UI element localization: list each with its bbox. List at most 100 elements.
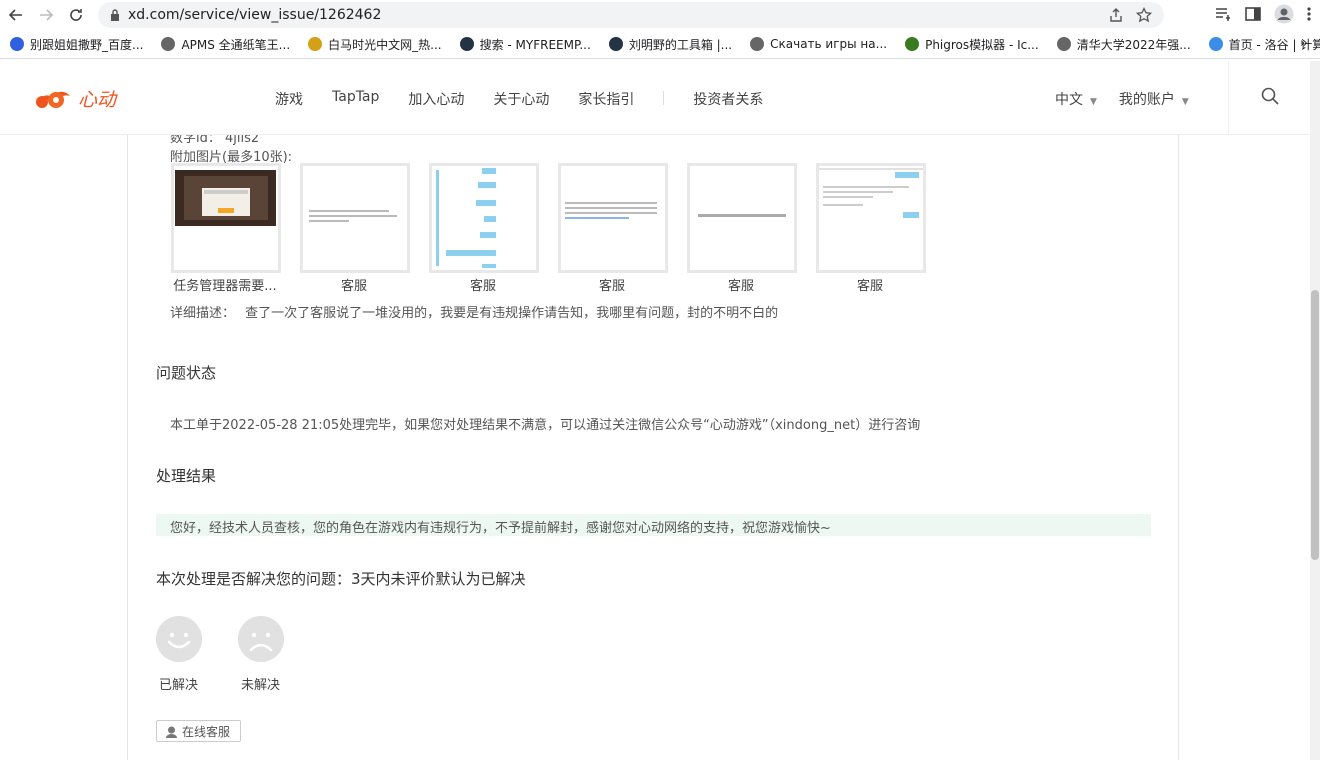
- detail-text: 查了一次了客服说了一堆没用的，我要是有违规操作请告知，我哪里有问题，封的不明不白…: [245, 306, 779, 321]
- share-icon[interactable]: [1108, 7, 1124, 27]
- bookmark-favicon-icon: [905, 37, 920, 51]
- attachment-caption: 客服: [856, 279, 883, 294]
- resolved-label: 已解决: [159, 678, 199, 693]
- bookmark-favicon-icon: [308, 37, 323, 51]
- screenshot-image: [565, 202, 657, 219]
- browser-toolbar: xd.com/service/view_issue/1262462: [0, 0, 1320, 30]
- search-button[interactable]: [1228, 61, 1310, 135]
- language-select[interactable]: 中文 ▼: [1055, 89, 1097, 109]
- nav-item-parents[interactable]: 家长指引: [578, 89, 634, 109]
- nav-divider: [663, 91, 665, 105]
- bookmark-item[interactable]: Phigros模拟器 - Ic...: [905, 36, 1039, 53]
- bookmark-favicon-icon: [1208, 37, 1223, 51]
- attachment-caption: 任务管理器需要...: [173, 279, 277, 294]
- attachment-caption: 客服: [340, 279, 367, 294]
- side-panel-icon[interactable]: [1244, 5, 1262, 27]
- bookmark-favicon-icon: [1056, 37, 1071, 51]
- account-label: 我的账户: [1118, 92, 1175, 108]
- bookmark-label: 别跟姐姐撒野_百度...: [30, 37, 144, 52]
- attachment-thumb[interactable]: [687, 163, 797, 273]
- result-title: 处理结果: [156, 467, 217, 485]
- xd-logo[interactable]: 心动: [34, 85, 116, 112]
- bookmark-label: 刘明野的工具箱 |...: [628, 37, 733, 52]
- bookmark-label: 白马时光中文网_热...: [328, 37, 442, 52]
- attachment-thumb[interactable]: [816, 163, 926, 273]
- bookmark-favicon-icon: [750, 37, 765, 51]
- bookmark-favicon-icon: [608, 37, 623, 51]
- reload-icon[interactable]: [62, 1, 90, 29]
- attachment-thumb[interactable]: [300, 163, 410, 273]
- logo-mark-icon: [34, 86, 76, 112]
- forward-icon[interactable]: [32, 1, 60, 29]
- language-label: 中文: [1055, 92, 1083, 108]
- bookmark-item[interactable]: 别跟姐姐撒野_百度...: [10, 36, 143, 53]
- bookmark-favicon-icon: [459, 37, 474, 51]
- screenshot-image: [175, 170, 276, 226]
- screenshot-image: [698, 214, 786, 217]
- bookmark-label: Phigros模拟器 - Ic...: [925, 37, 1039, 52]
- reading-list-icon[interactable]: [1214, 5, 1232, 27]
- bookmark-item[interactable]: 白马时光中文网_热...: [308, 36, 442, 53]
- unresolved-button[interactable]: [238, 616, 284, 662]
- account-menu[interactable]: 我的账户 ▼: [1119, 89, 1189, 109]
- bookmarks-more-button[interactable]: »: [1300, 36, 1308, 51]
- main-nav: 游戏 TapTap 加入心动 关于心动 家长指引 投资者关系: [275, 89, 792, 109]
- support-agent-icon: [165, 725, 178, 738]
- attachment-caption: 客服: [727, 279, 754, 294]
- nav-item-about[interactable]: 关于心动: [493, 89, 549, 109]
- nav-item-games[interactable]: 游戏: [275, 89, 303, 109]
- bookmarks-bar: 别跟姐姐撒野_百度... APMS 全通纸笔王... 白马时光中文网_热... 搜索 …: [0, 30, 1320, 59]
- bookmark-label: 搜索 - MYFREEMP...: [479, 37, 591, 52]
- attachment-thumb[interactable]: [558, 163, 668, 273]
- page-scrollbar[interactable]: [1310, 61, 1320, 760]
- unresolved-label: 未解决: [241, 678, 281, 693]
- bookmark-favicon-icon: [10, 37, 24, 51]
- menu-icon[interactable]: [1306, 6, 1312, 26]
- search-icon: [1260, 86, 1280, 110]
- screenshot-image: [436, 168, 496, 268]
- bookmark-item[interactable]: 清华大学2022年强...: [1056, 36, 1191, 53]
- attachment-caption: 客服: [598, 279, 625, 294]
- attachment-thumb[interactable]: [429, 163, 539, 273]
- screenshot-image: [819, 168, 923, 218]
- bookmark-item[interactable]: APMS 全通纸笔王...: [161, 36, 290, 53]
- sad-face-icon: [238, 616, 284, 662]
- bookmark-item[interactable]: 刘明野的工具箱 |...: [608, 36, 733, 53]
- bookmark-item[interactable]: Скачать игры на...: [750, 37, 887, 51]
- result-text: 您好，经技术人员查核，您的角色在游戏内有违规行为，不予提前解封，感谢您对心动网络…: [170, 521, 831, 536]
- detail-label: 详细描述：: [170, 306, 236, 321]
- caret-down-icon: ▼: [1090, 97, 1097, 107]
- nav-item-taptap[interactable]: TapTap: [332, 89, 379, 109]
- resolved-button[interactable]: [156, 616, 202, 662]
- address-bar[interactable]: xd.com/service/view_issue/1262462: [98, 2, 1164, 28]
- attachment-thumb[interactable]: [171, 163, 281, 273]
- bookmark-favicon-icon: [161, 37, 176, 51]
- scrollbar-thumb[interactable]: [1311, 290, 1319, 560]
- smile-face-icon: [156, 616, 202, 662]
- bookmark-label: APMS 全通纸笔王...: [181, 37, 291, 52]
- bookmark-item[interactable]: 搜索 - MYFREEMP...: [459, 36, 591, 53]
- screenshot-image: [309, 210, 397, 222]
- back-icon[interactable]: [2, 1, 30, 29]
- partial-field: 数字id： 4jlls2: [170, 135, 260, 146]
- lock-icon: [110, 9, 120, 21]
- bookmark-label: 清华大学2022年强...: [1076, 37, 1191, 52]
- caret-down-icon: ▼: [1181, 97, 1189, 107]
- nav-item-join[interactable]: 加入心动: [408, 89, 464, 109]
- star-icon[interactable]: [1135, 6, 1153, 27]
- attachment-caption: 客服: [469, 279, 496, 294]
- result-box: 您好，经技术人员查核，您的角色在游戏内有违规行为，不予提前解封，感谢您对心动网络…: [156, 514, 1151, 536]
- online-support-button[interactable]: 在线客服: [156, 720, 241, 742]
- feedback-title: 本次处理是否解决您的问题：3天内未评价默认为已解决: [156, 570, 526, 588]
- online-support-label: 在线客服: [182, 724, 231, 739]
- logo-text: 心动: [78, 89, 117, 111]
- url-text: xd.com/service/view_issue/1262462: [128, 7, 382, 23]
- issue-content: 数字id： 4jlls2 附加图片(最多10张): 任务管理器需要... 客服 …: [127, 135, 1179, 760]
- bookmark-label: Скачать игры на...: [770, 37, 888, 51]
- profile-icon[interactable]: [1274, 4, 1294, 28]
- detail-row: 详细描述： 查了一次了客服说了一堆没用的，我要是有违规操作请告知，我哪里有问题，…: [170, 302, 778, 321]
- nav-item-investors[interactable]: 投资者关系: [693, 89, 763, 109]
- status-text: 本工单于2022-05-28 21:05处理完毕，如果您对处理结果不满意，可以通…: [170, 418, 921, 433]
- status-title: 问题状态: [156, 364, 217, 382]
- site-header: 心动 游戏 TapTap 加入心动 关于心动 家长指引 投资者关系 中文 ▼ 我的…: [0, 61, 1310, 135]
